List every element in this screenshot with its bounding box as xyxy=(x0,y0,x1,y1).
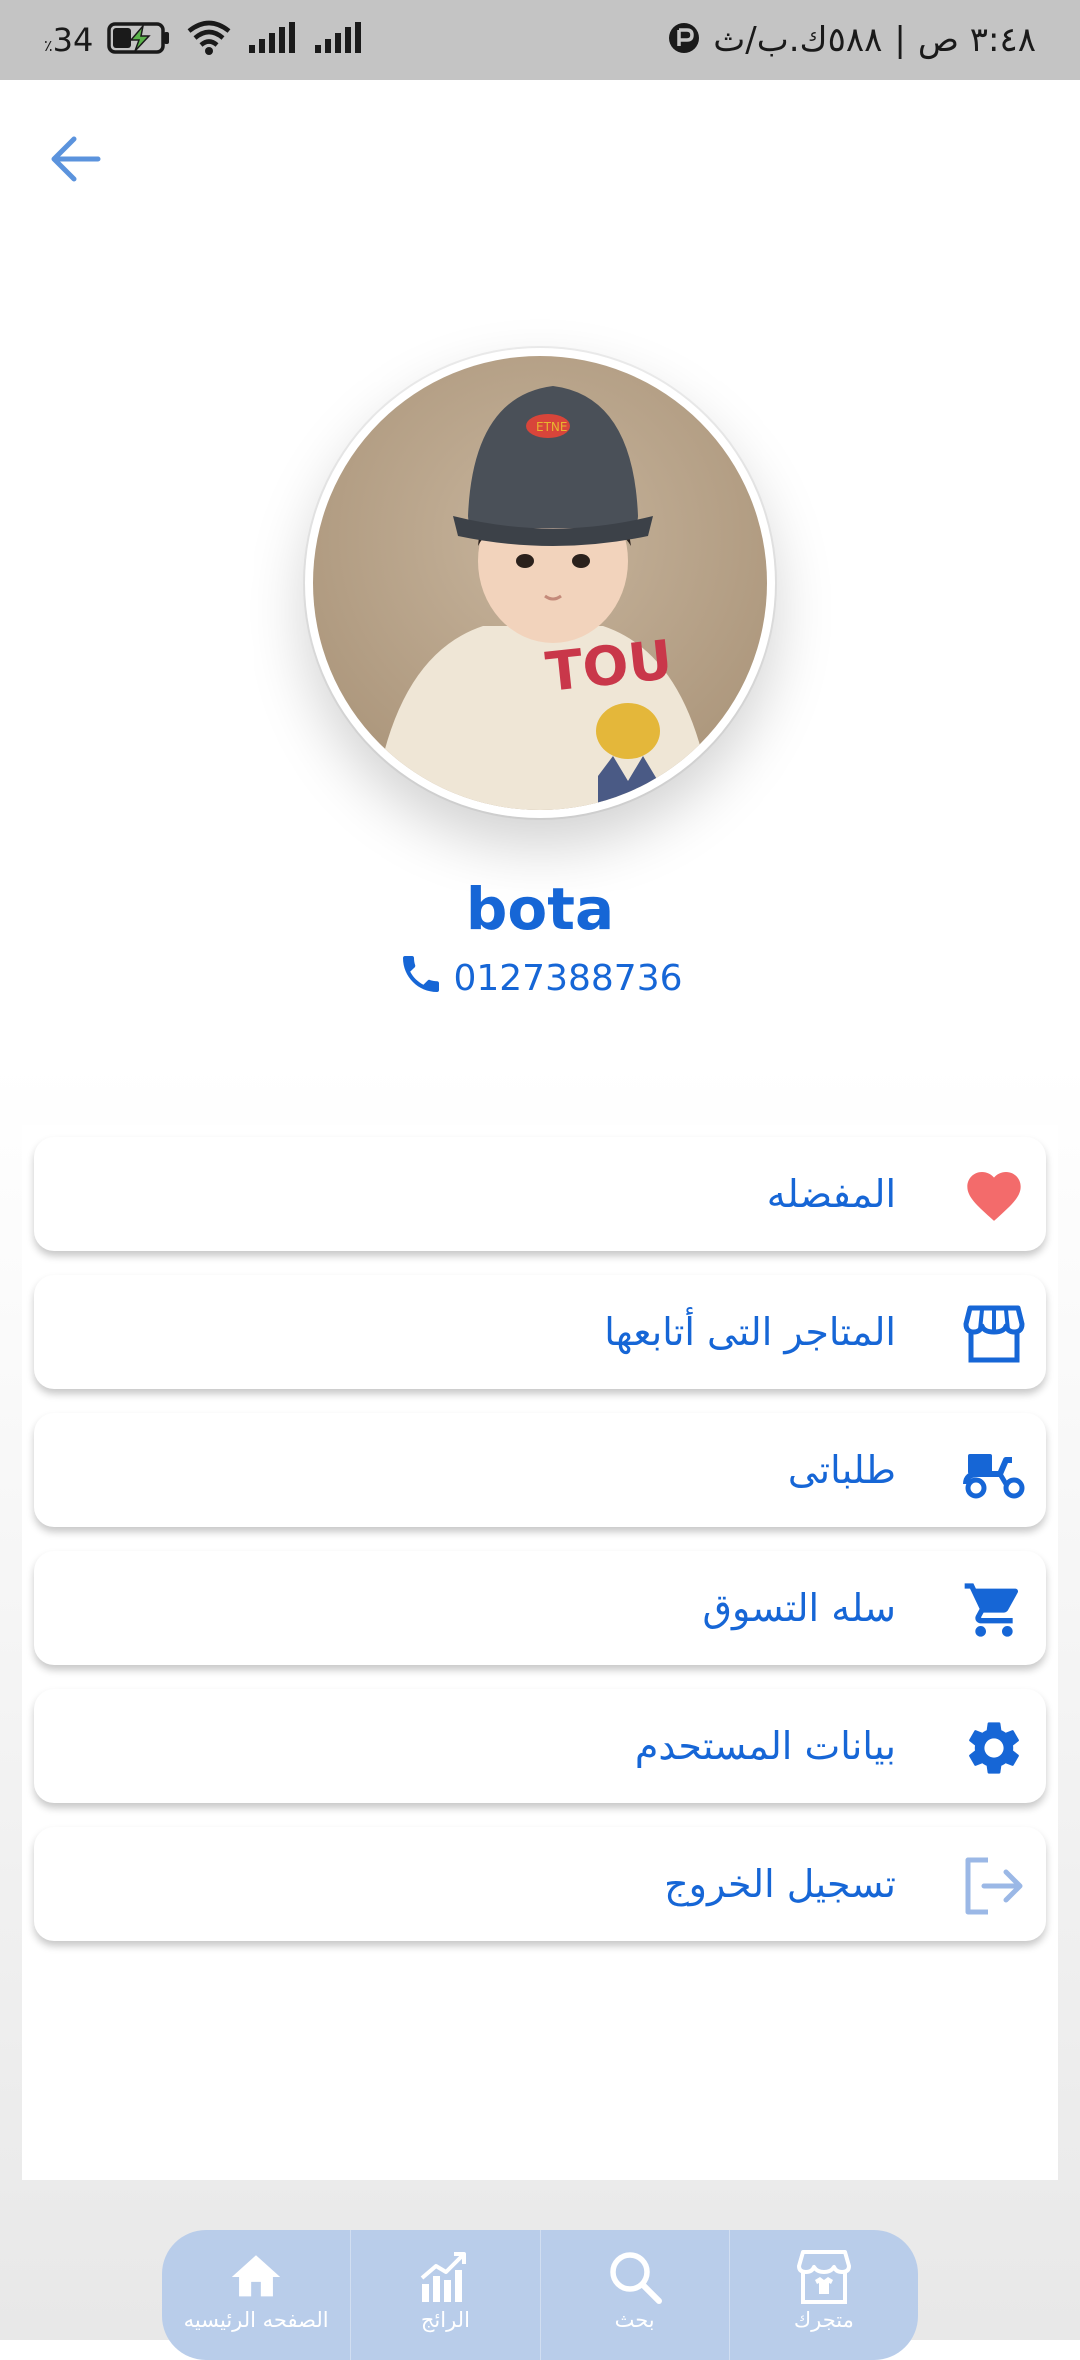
menu-item-favorites[interactable]: المفضله xyxy=(34,1137,1046,1251)
store-icon xyxy=(962,1302,1026,1366)
menu-label-followed-stores: المتاجر التى أتابعها xyxy=(604,1310,896,1354)
clock: ٣:٤٨ ص xyxy=(917,20,1036,60)
gear-icon xyxy=(962,1716,1026,1780)
search-icon xyxy=(606,2248,664,2306)
phone-icon xyxy=(397,950,445,1007)
signal-icon-1 xyxy=(247,21,299,59)
menu-label-orders: طلباتى xyxy=(787,1448,896,1492)
nav-home[interactable]: الصفحه الرئيسيه xyxy=(162,2230,352,2360)
status-bar: ٪34 ٣:٤٨ ص | ٥٨٨ك.ب/ث xyxy=(0,0,1080,80)
nav-trending-label: الرائج xyxy=(420,2308,470,2332)
menu-item-orders[interactable]: طلباتى xyxy=(34,1413,1046,1527)
menu-item-followed-stores[interactable]: المتاجر التى أتابعها xyxy=(34,1275,1046,1389)
heart-icon xyxy=(962,1164,1026,1228)
delivery-scooter-icon xyxy=(962,1440,1026,1504)
arrow-left-icon xyxy=(51,136,101,182)
avatar-frame: TOU ETNE xyxy=(305,348,775,818)
nav-trending[interactable]: الرائج xyxy=(351,2230,541,2360)
nav-search-label: بحث xyxy=(614,2308,655,2332)
profile-name: bota xyxy=(465,875,615,943)
profile-phone: 0127388736 xyxy=(0,950,1080,1007)
nav-home-label: الصفحه الرئيسيه xyxy=(183,2308,329,2332)
bottom-nav: الصفحه الرئيسيه الرائج بحث متجرك xyxy=(162,2230,918,2360)
shop-icon xyxy=(795,2248,853,2306)
home-icon xyxy=(227,2248,285,2306)
menu-label-cart: سله التسوق xyxy=(702,1586,897,1630)
status-left: ٪34 xyxy=(44,0,365,80)
battery-charging-icon xyxy=(107,21,171,59)
cart-icon xyxy=(962,1578,1026,1642)
nav-search[interactable]: بحث xyxy=(541,2230,730,2360)
status-separator: | xyxy=(894,20,906,60)
status-right: ٣:٤٨ ص | ٥٨٨ك.ب/ث xyxy=(667,0,1036,80)
menu-item-cart[interactable]: سله التسوق xyxy=(34,1551,1046,1665)
menu-label-favorites: المفضله xyxy=(766,1172,896,1216)
app-notification-icon xyxy=(667,21,701,59)
back-button[interactable] xyxy=(44,124,114,194)
nav-my-shop-label: متجرك xyxy=(793,2308,854,2332)
profile-menu: المفضله المتاجر التى أتابعها طلباتى سله … xyxy=(22,1125,1058,2180)
menu-item-logout[interactable]: تسجيل الخروج xyxy=(34,1827,1046,1941)
signal-icon-2 xyxy=(313,21,365,59)
phone-number: 0127388736 xyxy=(453,958,683,999)
wifi-icon xyxy=(185,19,233,61)
trending-chart-icon xyxy=(416,2248,474,2306)
network-speed: ٥٨٨ك.ب/ث xyxy=(713,20,883,60)
menu-label-user-data: بيانات المستحدم xyxy=(634,1724,896,1768)
menu-item-user-data[interactable]: بيانات المستحدم xyxy=(34,1689,1046,1803)
svg-text:ETNE: ETNE xyxy=(536,420,567,434)
nav-my-shop[interactable]: متجرك xyxy=(730,2230,918,2360)
menu-label-logout: تسجيل الخروج xyxy=(664,1862,896,1906)
avatar[interactable]: TOU ETNE xyxy=(313,356,767,810)
battery-percent: ٪34 xyxy=(44,21,94,59)
logout-icon xyxy=(962,1854,1026,1918)
